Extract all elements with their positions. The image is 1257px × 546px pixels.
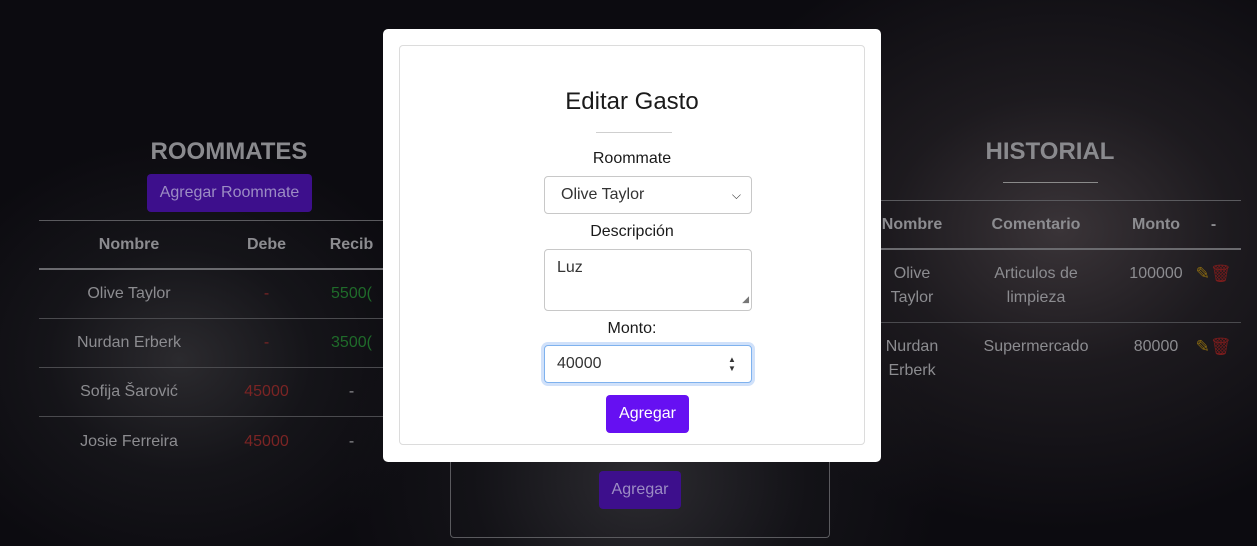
- modal-form-card: Editar Gasto Roommate Olive Taylor ⌵ Des…: [399, 45, 865, 445]
- roommate-select[interactable]: Olive Taylor ⌵: [544, 176, 752, 214]
- monto-value: 40000: [557, 355, 602, 372]
- descripcion-textarea[interactable]: Luz ◢: [544, 249, 752, 311]
- roommate-label: Roommate: [592, 150, 672, 167]
- monto-input[interactable]: 40000 ▲ ▼: [544, 345, 752, 383]
- number-spinner-icon[interactable]: ▲ ▼: [727, 355, 737, 373]
- modal-title-divider: [596, 132, 672, 133]
- roommate-select-value: Olive Taylor: [561, 186, 645, 203]
- resize-grip-icon[interactable]: ◢: [742, 289, 749, 309]
- descripcion-value: Luz: [557, 259, 583, 276]
- submit-button[interactable]: Agregar: [606, 395, 689, 433]
- edit-expense-modal: Editar Gasto Roommate Olive Taylor ⌵ Des…: [383, 29, 881, 462]
- chevron-down-icon: ⌵: [731, 188, 741, 202]
- modal-title: Editar Gasto: [565, 88, 699, 115]
- monto-label: Monto:: [607, 320, 657, 337]
- descripcion-label: Descripción: [590, 223, 674, 240]
